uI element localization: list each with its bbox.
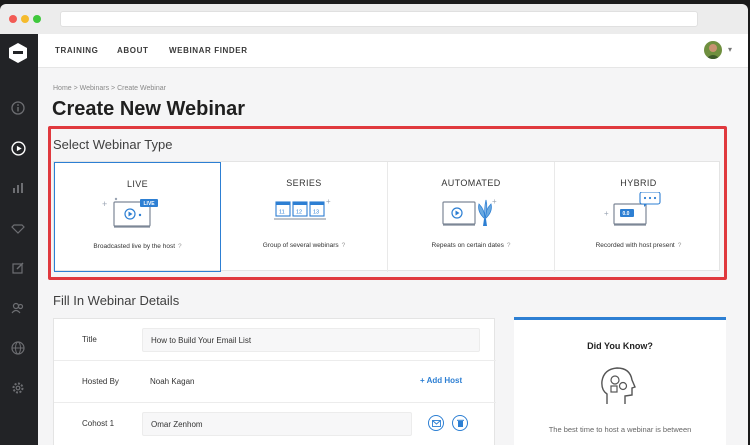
cohost-value: Omar Zenhom: [151, 420, 203, 429]
nav-about-link[interactable]: ABOUT: [117, 46, 148, 55]
user-avatar[interactable]: [704, 41, 722, 59]
hosted-by-value[interactable]: Noah Kagan: [150, 377, 194, 386]
cohost-row: Cohost 1 Omar Zenhom: [54, 403, 496, 445]
title-label: Title: [82, 335, 97, 344]
fill-details-heading: Fill In Webinar Details: [53, 293, 180, 308]
title-input[interactable]: How to Build Your Email List: [142, 328, 480, 352]
delete-cohost-button[interactable]: [452, 415, 468, 431]
cohost-input[interactable]: Omar Zenhom: [142, 412, 412, 436]
minimize-window-dot[interactable]: [21, 15, 29, 23]
users-icon[interactable]: [8, 298, 28, 318]
breadcrumb[interactable]: Home > Webinars > Create Webinar: [53, 85, 166, 92]
hosted-by-row: Hosted By Noah Kagan + Add Host: [54, 361, 496, 403]
did-you-know-text: The best time to host a webinar is betwe…: [548, 425, 692, 434]
webinar-details-form: Title How to Build Your Email List Hoste…: [53, 318, 496, 445]
add-host-button[interactable]: + Add Host: [420, 376, 462, 385]
highlight-annotation-box: [48, 126, 727, 280]
trash-icon: [456, 419, 464, 427]
play-circle-icon[interactable]: [8, 138, 28, 158]
settings-gear-icon[interactable]: [8, 378, 28, 398]
analytics-icon[interactable]: [8, 178, 28, 198]
screen-frame: TRAINING ABOUT WEBINAR FINDER ▾ Home > W…: [0, 0, 750, 445]
info-icon[interactable]: [8, 98, 28, 118]
browser-chrome: [0, 4, 748, 34]
edit-icon[interactable]: [8, 258, 28, 278]
main-app: TRAINING ABOUT WEBINAR FINDER ▾ Home > W…: [38, 34, 748, 445]
title-row: Title How to Build Your Email List: [54, 319, 496, 361]
close-window-dot[interactable]: [9, 15, 17, 23]
page-title: Create New Webinar: [52, 98, 246, 120]
email-cohost-button[interactable]: [428, 415, 444, 431]
hosted-by-label: Hosted By: [82, 377, 119, 386]
nav-training-link[interactable]: TRAINING: [55, 46, 98, 55]
address-bar[interactable]: [60, 11, 698, 27]
diamond-icon[interactable]: [8, 218, 28, 238]
did-you-know-title: Did You Know?: [587, 341, 653, 351]
app-logo-icon[interactable]: [7, 42, 29, 64]
sidebar: [0, 34, 38, 445]
top-navigation: TRAINING ABOUT WEBINAR FINDER ▾: [38, 34, 748, 68]
nav-webinar-finder-link[interactable]: WEBINAR FINDER: [169, 46, 248, 55]
cohost-label: Cohost 1: [82, 419, 115, 428]
globe-icon[interactable]: [8, 338, 28, 358]
head-gears-icon: [601, 367, 636, 404]
maximize-window-dot[interactable]: [33, 15, 41, 23]
title-value: How to Build Your Email List: [151, 336, 252, 345]
chevron-down-icon[interactable]: ▾: [728, 45, 732, 54]
did-you-know-panel: Did You Know? The best time to host a we…: [514, 317, 726, 445]
mail-icon: [431, 419, 441, 427]
